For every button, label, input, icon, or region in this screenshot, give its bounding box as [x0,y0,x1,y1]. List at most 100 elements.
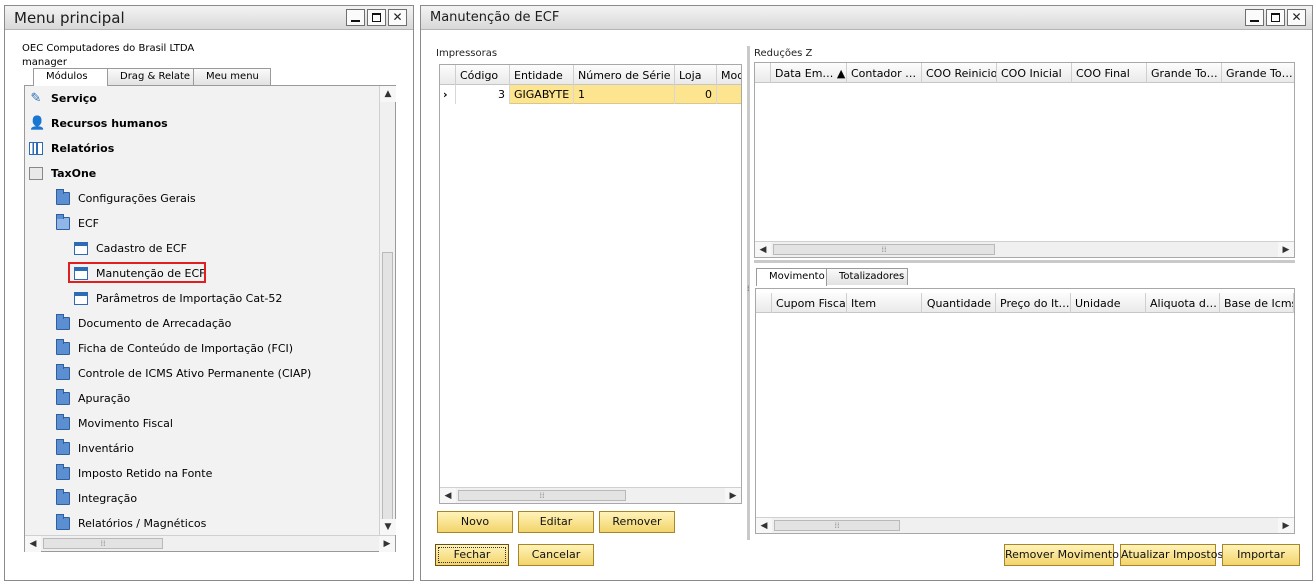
scroll-left-icon[interactable]: ◀ [25,536,41,552]
scroll-thumb[interactable] [382,252,393,520]
column-header-cupom-fiscal[interactable]: Cupom Fiscal [772,293,847,313]
menu-item-integracao[interactable]: Integração [25,486,380,511]
scroll-thumb[interactable]: ⁞⁞ [773,244,995,255]
column-header-quantidade[interactable]: Quantidade [922,293,996,313]
column-header-preco-item[interactable]: Preço do It… [996,293,1071,313]
folder-icon [56,314,70,330]
atualizar-impostos-button[interactable]: Atualizar Impostos [1120,544,1223,566]
row-selector-chevron-icon[interactable]: › [440,85,456,104]
fechar-button[interactable]: Fechar [435,544,509,566]
cell-codigo[interactable]: 3 [456,85,510,104]
table-row[interactable]: › 3 GIGABYTE 1 0 [440,85,741,104]
menu-item-movimento-fiscal[interactable]: Movimento Fiscal [25,411,380,436]
menu-item-documento-arrecadacao[interactable]: Documento de Arrecadação [25,311,380,336]
scroll-up-icon[interactable]: ▲ [380,86,396,102]
menu-item-servico[interactable]: ✎ Serviço [25,86,380,111]
close-icon[interactable]: ✕ [388,9,407,26]
main-menu-titlebar[interactable]: Menu principal ✕ [5,6,413,30]
cell-numero-serie[interactable]: 1 [574,85,675,104]
cell-loja[interactable]: 0 [675,85,717,104]
splitter-grip-icon[interactable]: ⁞ [747,285,750,293]
movimento-horizontal-scrollbar[interactable]: ◀ ⁞⁞ ▶ [756,517,1294,533]
ecf-window-title: Manutenção de ECF [430,10,560,25]
tab-meu-menu[interactable]: Meu menu [193,68,271,85]
cancelar-button[interactable]: Cancelar [518,544,594,566]
remover-button[interactable]: Remover [599,511,675,533]
menu-item-apuracao[interactable]: Apuração [25,386,380,411]
menu-item-label: TaxOne [51,167,97,180]
menu-item-parametros-cat52[interactable]: Parâmetros de Importação Cat-52 [25,286,380,311]
vertical-splitter[interactable] [747,46,750,540]
column-header-base-icms[interactable]: Base de Icms [1220,293,1294,313]
scroll-right-icon[interactable]: ▶ [725,488,741,503]
column-header-aliquota[interactable]: Aliquota d… [1146,293,1220,313]
scroll-right-icon[interactable]: ▶ [1278,518,1294,533]
menu-item-relatorios[interactable]: Relatórios [25,136,380,161]
importar-button[interactable]: Importar [1222,544,1300,566]
column-header-coo-inicial[interactable]: COO Inicial [997,63,1072,83]
scroll-thumb[interactable]: ⁞⁞ [774,520,900,531]
column-header-codigo[interactable]: Código [456,65,510,85]
column-header-mod[interactable]: Mod [717,65,741,85]
column-header-grande-total-1[interactable]: Grande To… [1147,63,1222,83]
column-header-item[interactable]: Item [847,293,922,313]
editar-button[interactable]: Editar [518,511,594,533]
scroll-left-icon[interactable]: ◀ [440,488,456,503]
menu-item-ecf[interactable]: ECF [25,211,380,236]
menu-item-label: Configurações Gerais [78,192,196,205]
column-header-coo-reinicio[interactable]: COO Reinicio [922,63,997,83]
column-header-coo-final[interactable]: COO Final [1072,63,1147,83]
menu-item-ciap[interactable]: Controle de ICMS Ativo Permanente (CIAP) [25,361,380,386]
tab-drag-relate[interactable]: Drag & Relate [107,68,194,85]
column-header-loja[interactable]: Loja [675,65,717,85]
scroll-thumb[interactable]: ⁞⁞ [43,538,163,549]
scroll-thumb[interactable]: ⁞⁞ [458,490,626,501]
scroll-down-icon[interactable]: ▼ [380,519,396,535]
minimize-icon[interactable] [346,9,365,26]
module-menu-list: ✎ Serviço 👤 Recursos humanos Relatórios … [25,86,380,535]
maximize-icon[interactable] [1266,9,1285,26]
remover-movimento-button[interactable]: Remover Movimento [1004,544,1119,566]
menu-vertical-scrollbar[interactable]: ▲ ▼ [379,86,396,535]
menu-item-taxone[interactable]: TaxOne [25,161,380,186]
menu-item-inventario[interactable]: Inventário [25,436,380,461]
reducoes-horizontal-scrollbar[interactable]: ◀ ⁞⁞ ▶ [755,241,1294,257]
scroll-right-icon[interactable]: ▶ [1278,242,1294,257]
column-header-data-emissao[interactable]: Data Em… ▲ [771,63,847,83]
tab-movimento[interactable]: Movimento [756,268,827,286]
reducoes-z-label: Reduções Z [754,48,813,59]
menu-item-imposto-retido[interactable]: Imposto Retido na Fonte [25,461,380,486]
menu-item-label: Movimento Fiscal [78,417,173,430]
menu-item-recursos-humanos[interactable]: 👤 Recursos humanos [25,111,380,136]
form-icon [74,292,88,305]
scroll-left-icon[interactable]: ◀ [756,518,772,533]
ecf-titlebar[interactable]: Manutenção de ECF ✕ [421,6,1312,30]
menu-item-label: Relatórios / Magnéticos [78,517,207,530]
menu-item-relatorios-magneticos[interactable]: Relatórios / Magnéticos [25,511,380,535]
scroll-right-icon[interactable]: ▶ [379,536,395,552]
movimento-grid: Cupom Fiscal Item Quantidade Preço do It… [755,288,1295,534]
column-header-numero-serie[interactable]: Número de Série [574,65,675,85]
column-header-unidade[interactable]: Unidade [1071,293,1146,313]
menu-item-fci[interactable]: Ficha de Conteúdo de Importação (FCI) [25,336,380,361]
minimize-icon[interactable] [1245,9,1264,26]
column-header-grande-total-2[interactable]: Grande To… [1222,63,1294,83]
close-icon[interactable]: ✕ [1287,9,1306,26]
tab-totalizadores[interactable]: Totalizadores [826,268,908,285]
menu-item-cadastro-ecf[interactable]: Cadastro de ECF [25,236,380,261]
maximize-icon[interactable] [367,9,386,26]
novo-button[interactable]: Novo [437,511,513,533]
tab-modulos[interactable]: Módulos [33,68,108,86]
cell-entidade[interactable]: GIGABYTE [510,85,574,104]
menu-item-configuracoes-gerais[interactable]: Configurações Gerais [25,186,380,211]
folder-icon [56,389,70,405]
menu-item-label: Serviço [51,92,97,105]
printers-horizontal-scrollbar[interactable]: ◀ ⁞⁞ ▶ [440,487,741,503]
column-header-contador[interactable]: Contador … [847,63,922,83]
horizontal-splitter[interactable] [754,260,1295,263]
cell-mod[interactable] [717,85,741,104]
highlight-box [68,262,206,283]
column-header-entidade[interactable]: Entidade [510,65,574,85]
menu-horizontal-scrollbar[interactable]: ◀ ⁞⁞ ▶ [25,535,395,552]
scroll-left-icon[interactable]: ◀ [755,242,771,257]
